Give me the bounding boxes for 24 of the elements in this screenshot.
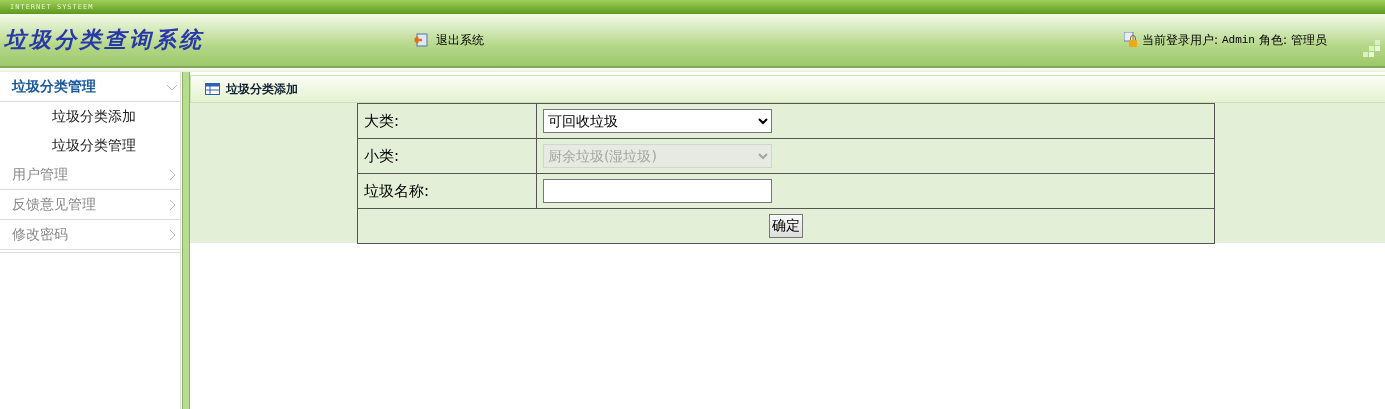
user-name: Admin [1221,34,1255,46]
role-name: 管理员 [1291,31,1327,49]
menu-item[interactable]: 垃圾分类添加 [0,102,181,131]
menu-header[interactable]: 垃圾分类管理 [0,72,181,102]
role-label: 角色: [1258,31,1287,49]
field-label: 大类: [357,103,537,139]
field-label: 垃圾名称: [357,173,537,209]
dropdown[interactable]: 可回收垃圾 [543,109,772,133]
confirm-button[interactable]: 确定 [769,214,803,238]
input-field[interactable] [543,179,772,203]
app-title: 垃圾分类查询系统 [4,25,205,54]
splitter-handle[interactable] [182,72,190,409]
panel-title: 垃圾分类添加 [226,80,298,98]
field-label: 小类: [357,138,537,174]
menu-header[interactable]: 用户管理 [0,160,181,190]
dots-icon [1363,40,1381,58]
menu-item[interactable]: 垃圾分类管理 [0,131,181,160]
user-lock-icon [1123,32,1138,48]
table-icon [205,83,220,95]
user-label: 当前登录用户: [1141,31,1218,49]
menu-header[interactable]: 反馈意见管理 [0,190,181,220]
exit-icon [414,33,428,47]
menu-header[interactable]: 修改密码 [0,220,181,250]
logout-link[interactable]: 退出系统 [414,31,484,49]
